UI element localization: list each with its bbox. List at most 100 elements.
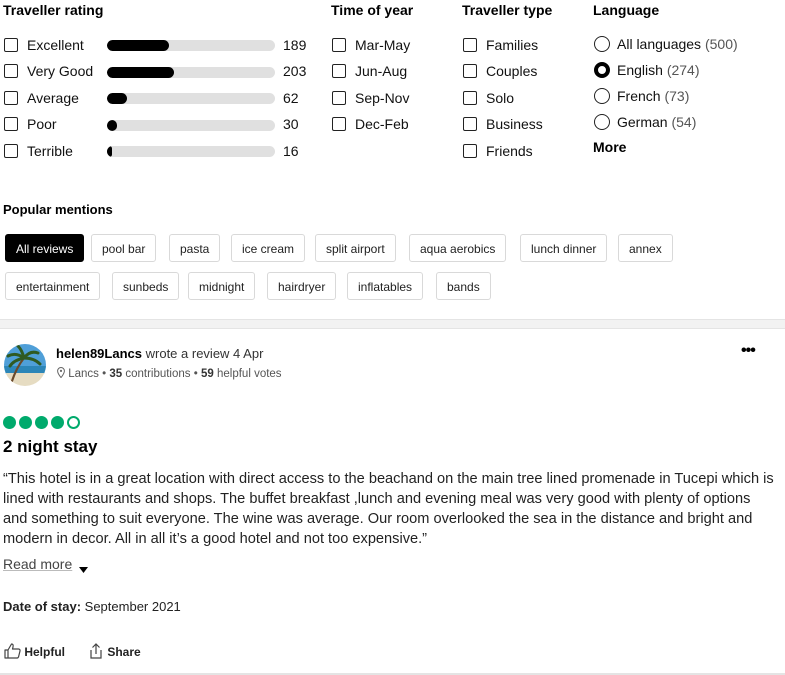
chip-mention[interactable]: split airport [315,234,396,262]
chip-mention[interactable]: midnight [188,272,256,300]
review-text: “This hotel is in a great location with … [3,471,774,547]
rating-count: 203 [283,63,307,79]
checkbox-friends[interactable] [463,144,477,158]
chip-all-reviews[interactable]: All reviews [5,234,85,262]
rating-bar [107,120,275,131]
rating-bar [107,146,275,157]
checkbox[interactable] [4,117,18,131]
chip-mention[interactable]: pasta [169,234,221,262]
time-label: Dec-Feb [355,116,409,132]
rating-bar [107,40,275,51]
language-count: (73) [664,88,690,104]
checkbox-jun-aug[interactable] [332,64,346,78]
chip-mention[interactable]: hairdryer [267,272,337,300]
rating-count: 189 [283,37,307,53]
avatar[interactable] [4,344,46,386]
language-label: French [617,88,661,104]
chip-mention[interactable]: lunch dinner [520,234,608,262]
rating-bubble-icon [35,416,48,429]
checkbox-dec-feb[interactable] [332,117,346,131]
radio-english[interactable] [594,62,610,78]
popular-mentions-title: Popular mentions [3,202,113,217]
language-label: All languages [617,36,702,52]
checkbox[interactable] [4,91,18,105]
checkbox[interactable] [4,144,18,158]
review-title[interactable]: 2 night stay [3,437,97,457]
time-label: Jun-Aug [355,63,408,79]
helpful-label: Helpful [24,645,66,659]
more-options-icon[interactable]: ••• [741,342,756,360]
checkbox-business[interactable] [463,117,477,131]
time-label: Sep-Nov [355,90,410,106]
language-more-link[interactable]: More [593,139,626,155]
chevron-down-icon[interactable] [79,560,88,578]
radio-french[interactable] [594,88,610,104]
checkbox-couples[interactable] [463,64,477,78]
chip-mention[interactable]: inflatables [347,272,424,300]
chip-mention[interactable]: annex [618,234,673,262]
helpful-button[interactable]: Helpful [4,643,65,659]
chip-mention[interactable]: aqua aerobics [409,234,507,262]
language-filter-title: Language [593,2,660,18]
language-option-french: French (73) [617,88,689,104]
type-label: Friends [486,143,533,159]
reviewer-meta: Lancs • 35 contributions • 59 helpful vo… [57,366,282,380]
location-pin-icon [57,366,68,380]
review-header: helen89Lancs wrote a review 4 Apr [56,346,263,361]
chip-mention[interactable]: entertainment [5,272,101,300]
checkbox-families[interactable] [463,38,477,52]
contributions-label: contributions [125,368,191,380]
language-option-english: English (274) [617,62,700,78]
checkbox-solo[interactable] [463,91,477,105]
contributions-count: 35 [109,368,123,380]
language-label: German [617,114,668,130]
rating-bubble-icon [51,416,64,429]
rating-filter-title: Traveller rating [3,2,104,18]
radio-german[interactable] [594,114,610,130]
username-link[interactable]: helen89Lancs [56,346,142,361]
checkbox-sep-nov[interactable] [332,91,346,105]
share-button[interactable]: Share [88,643,141,659]
chip-mention[interactable]: pool bar [91,234,157,262]
type-label: Solo [486,90,515,106]
avatar-image [4,344,46,386]
type-label: Business [486,116,543,132]
type-label: Families [486,37,539,53]
chip-mention[interactable]: ice cream [231,234,306,262]
checkbox-mar-may[interactable] [332,38,346,52]
meta-bullet: • [102,368,107,380]
rating-label: Average [27,90,79,106]
checkbox[interactable] [4,64,18,78]
chip-mention[interactable]: bands [436,272,491,300]
rating-bubble-icon [3,416,16,429]
rating-count: 30 [283,116,299,132]
rating-bubble-icon [67,416,80,429]
rating-count: 16 [283,143,299,159]
chip-mention[interactable]: sunbeds [112,272,180,300]
helpful-votes-count: 59 [200,368,214,380]
language-count: (54) [671,114,697,130]
read-more-link[interactable]: Read more [3,556,72,572]
rating-label: Poor [27,116,57,132]
rating-bar [107,93,275,104]
radio-all-languages[interactable] [594,36,610,52]
thumbs-up-icon [4,643,24,659]
type-filter-title: Traveller type [462,2,553,18]
language-count: (274) [666,62,700,78]
review-date-text: wrote a review 4 Apr [145,346,264,361]
language-option-german: German (54) [617,114,696,130]
rating-bubble-icon [19,416,32,429]
date-of-stay: Date of stay: September 2021 [3,599,181,614]
section-divider [0,319,785,329]
time-label: Mar-May [355,37,411,53]
rating-label: Excellent [27,37,84,53]
checkbox[interactable] [4,38,18,52]
rating-count: 62 [283,90,299,106]
rating-label: Very Good [27,63,94,79]
helpful-votes-label: helpful votes [216,368,282,380]
language-option-all: All languages (500) [617,36,738,52]
rating-bar [107,67,275,78]
share-label: Share [107,645,141,659]
share-icon [88,643,107,659]
reviewer-location: Lancs [68,368,99,380]
